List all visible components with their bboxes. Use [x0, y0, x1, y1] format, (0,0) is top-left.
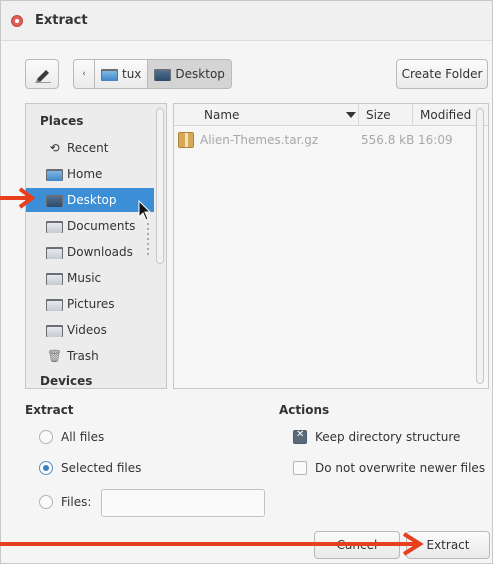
all-files-radio[interactable]: All files	[39, 430, 104, 444]
desktop-folder-icon	[154, 68, 172, 81]
file-list-scrollbar[interactable]	[476, 108, 484, 384]
archive-icon	[178, 132, 194, 148]
no-overwrite-label: Do not overwrite newer files	[315, 461, 486, 475]
type-location-button[interactable]	[25, 59, 59, 89]
home-folder-icon	[101, 68, 118, 81]
close-icon[interactable]	[11, 15, 23, 27]
videos-folder-icon	[46, 324, 63, 337]
column-header-modified[interactable]: Modified	[420, 108, 471, 122]
column-header-name[interactable]: Name	[204, 108, 239, 122]
trash-icon: 🗑	[46, 349, 63, 363]
files-pattern-input[interactable]	[101, 489, 265, 517]
checkbox-indicator	[293, 461, 307, 475]
path-crumb-label: tux	[122, 67, 142, 81]
extract-button[interactable]: Extract	[406, 531, 490, 559]
sidebar-item-downloads[interactable]: Downloads	[26, 240, 154, 264]
sidebar-item-music[interactable]: Music	[26, 266, 154, 290]
pane-resize-handle[interactable]	[147, 223, 149, 257]
desktop-folder-icon	[46, 194, 63, 207]
path-crumb-tux[interactable]: tux	[95, 59, 149, 89]
sidebar-item-label: Pictures	[67, 297, 115, 311]
column-header-size[interactable]: Size	[366, 108, 391, 122]
places-sidebar: Places ⟲ Recent Home Desktop Documents D…	[25, 103, 167, 389]
recent-icon: ⟲	[49, 141, 60, 155]
path-bar: ‹ tux Desktop	[73, 59, 232, 89]
sidebar-item-label: Documents	[67, 219, 136, 233]
column-headers: Name Size Modified	[174, 104, 488, 126]
file-name: Alien-Themes.tar.gz	[200, 133, 319, 147]
sidebar-item-label: Trash	[67, 349, 99, 363]
pencil-icon	[35, 70, 51, 83]
sidebar-item-label: Desktop	[67, 193, 117, 207]
pictures-folder-icon	[46, 298, 63, 311]
sidebar-item-desktop[interactable]: Desktop	[26, 188, 154, 212]
radio-indicator	[39, 461, 53, 475]
keep-structure-label: Keep directory structure	[315, 430, 461, 444]
selected-files-label: Selected files	[61, 461, 142, 475]
devices-header: Devices	[40, 374, 93, 388]
title-bar: Extract	[1, 1, 492, 41]
radio-indicator	[39, 430, 53, 444]
actions-section-title: Actions	[279, 403, 330, 417]
sort-descending-icon	[346, 112, 356, 118]
sidebar-item-label: Downloads	[67, 245, 133, 259]
checkbox-indicator	[293, 429, 307, 444]
no-overwrite-checkbox[interactable]: Do not overwrite newer files	[293, 461, 485, 475]
sidebar-item-pictures[interactable]: Pictures	[26, 292, 154, 316]
extract-section-title: Extract	[25, 403, 74, 417]
all-files-label: All files	[61, 430, 105, 444]
places-scrollbar[interactable]	[156, 108, 164, 264]
radio-indicator	[39, 495, 53, 509]
extract-dialog: Extract ‹ tux Desktop Create Folder Plac…	[0, 0, 493, 564]
downloads-folder-icon	[46, 246, 63, 259]
path-crumb-desktop[interactable]: Desktop	[148, 59, 232, 89]
path-back-arrow-icon[interactable]: ‹	[73, 59, 95, 89]
file-modified: 16:09	[418, 133, 453, 147]
files-radio[interactable]: Files:	[39, 495, 91, 509]
cancel-button[interactable]: Cancel	[314, 531, 400, 559]
sidebar-item-label: Home	[67, 167, 103, 181]
sidebar-item-label: Videos	[67, 323, 107, 337]
home-folder-icon	[46, 168, 63, 181]
file-list: Name Size Modified Alien-Themes.tar.gz 5…	[173, 103, 489, 389]
table-row[interactable]: Alien-Themes.tar.gz 556.8 kB 16:09	[178, 132, 468, 150]
sidebar-item-videos[interactable]: Videos	[26, 318, 154, 342]
path-crumb-label: Desktop	[175, 67, 225, 81]
keep-directory-structure-checkbox[interactable]: Keep directory structure	[293, 429, 461, 444]
sidebar-item-home[interactable]: Home	[26, 162, 154, 186]
create-folder-button[interactable]: Create Folder	[396, 59, 488, 89]
file-size: 556.8 kB	[361, 133, 415, 147]
sidebar-item-documents[interactable]: Documents	[26, 214, 154, 238]
places-header: Places	[40, 114, 84, 128]
sidebar-item-trash[interactable]: 🗑 Trash	[26, 344, 154, 368]
files-label: Files:	[61, 495, 92, 509]
music-folder-icon	[46, 272, 63, 285]
dialog-title: Extract	[35, 13, 88, 28]
selected-files-radio[interactable]: Selected files	[39, 461, 141, 475]
sidebar-item-recent[interactable]: ⟲ Recent	[26, 136, 154, 160]
sidebar-item-label: Music	[67, 271, 102, 285]
documents-folder-icon	[46, 220, 63, 233]
sidebar-item-label: Recent	[67, 141, 109, 155]
